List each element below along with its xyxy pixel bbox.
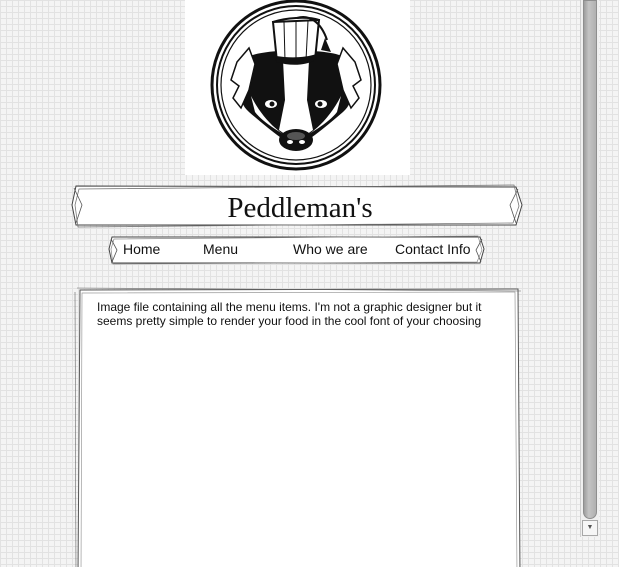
logo-panel [185, 0, 410, 175]
nav-bar: Home Menu Who we are Contact Info [108, 235, 486, 265]
scrollbar-thumb[interactable] [583, 0, 597, 519]
nav-item-contact-info[interactable]: Contact Info [395, 235, 471, 263]
site-title: Peddleman's [227, 192, 373, 224]
nav-item-menu[interactable]: Menu [203, 235, 238, 263]
vertical-scrollbar[interactable]: ▼ [580, 0, 599, 537]
title-banner: Peddleman's [70, 183, 524, 229]
nav-item-who-we-are[interactable]: Who we are [293, 235, 368, 263]
content-box: Image file containing all the menu items… [72, 286, 524, 567]
content-text: Image file containing all the menu items… [97, 300, 482, 328]
content-frame [74, 287, 522, 567]
badger-with-fez-icon [210, 0, 382, 171]
scroll-down-arrow-icon[interactable]: ▼ [582, 520, 598, 536]
nav-item-home[interactable]: Home [123, 235, 160, 263]
